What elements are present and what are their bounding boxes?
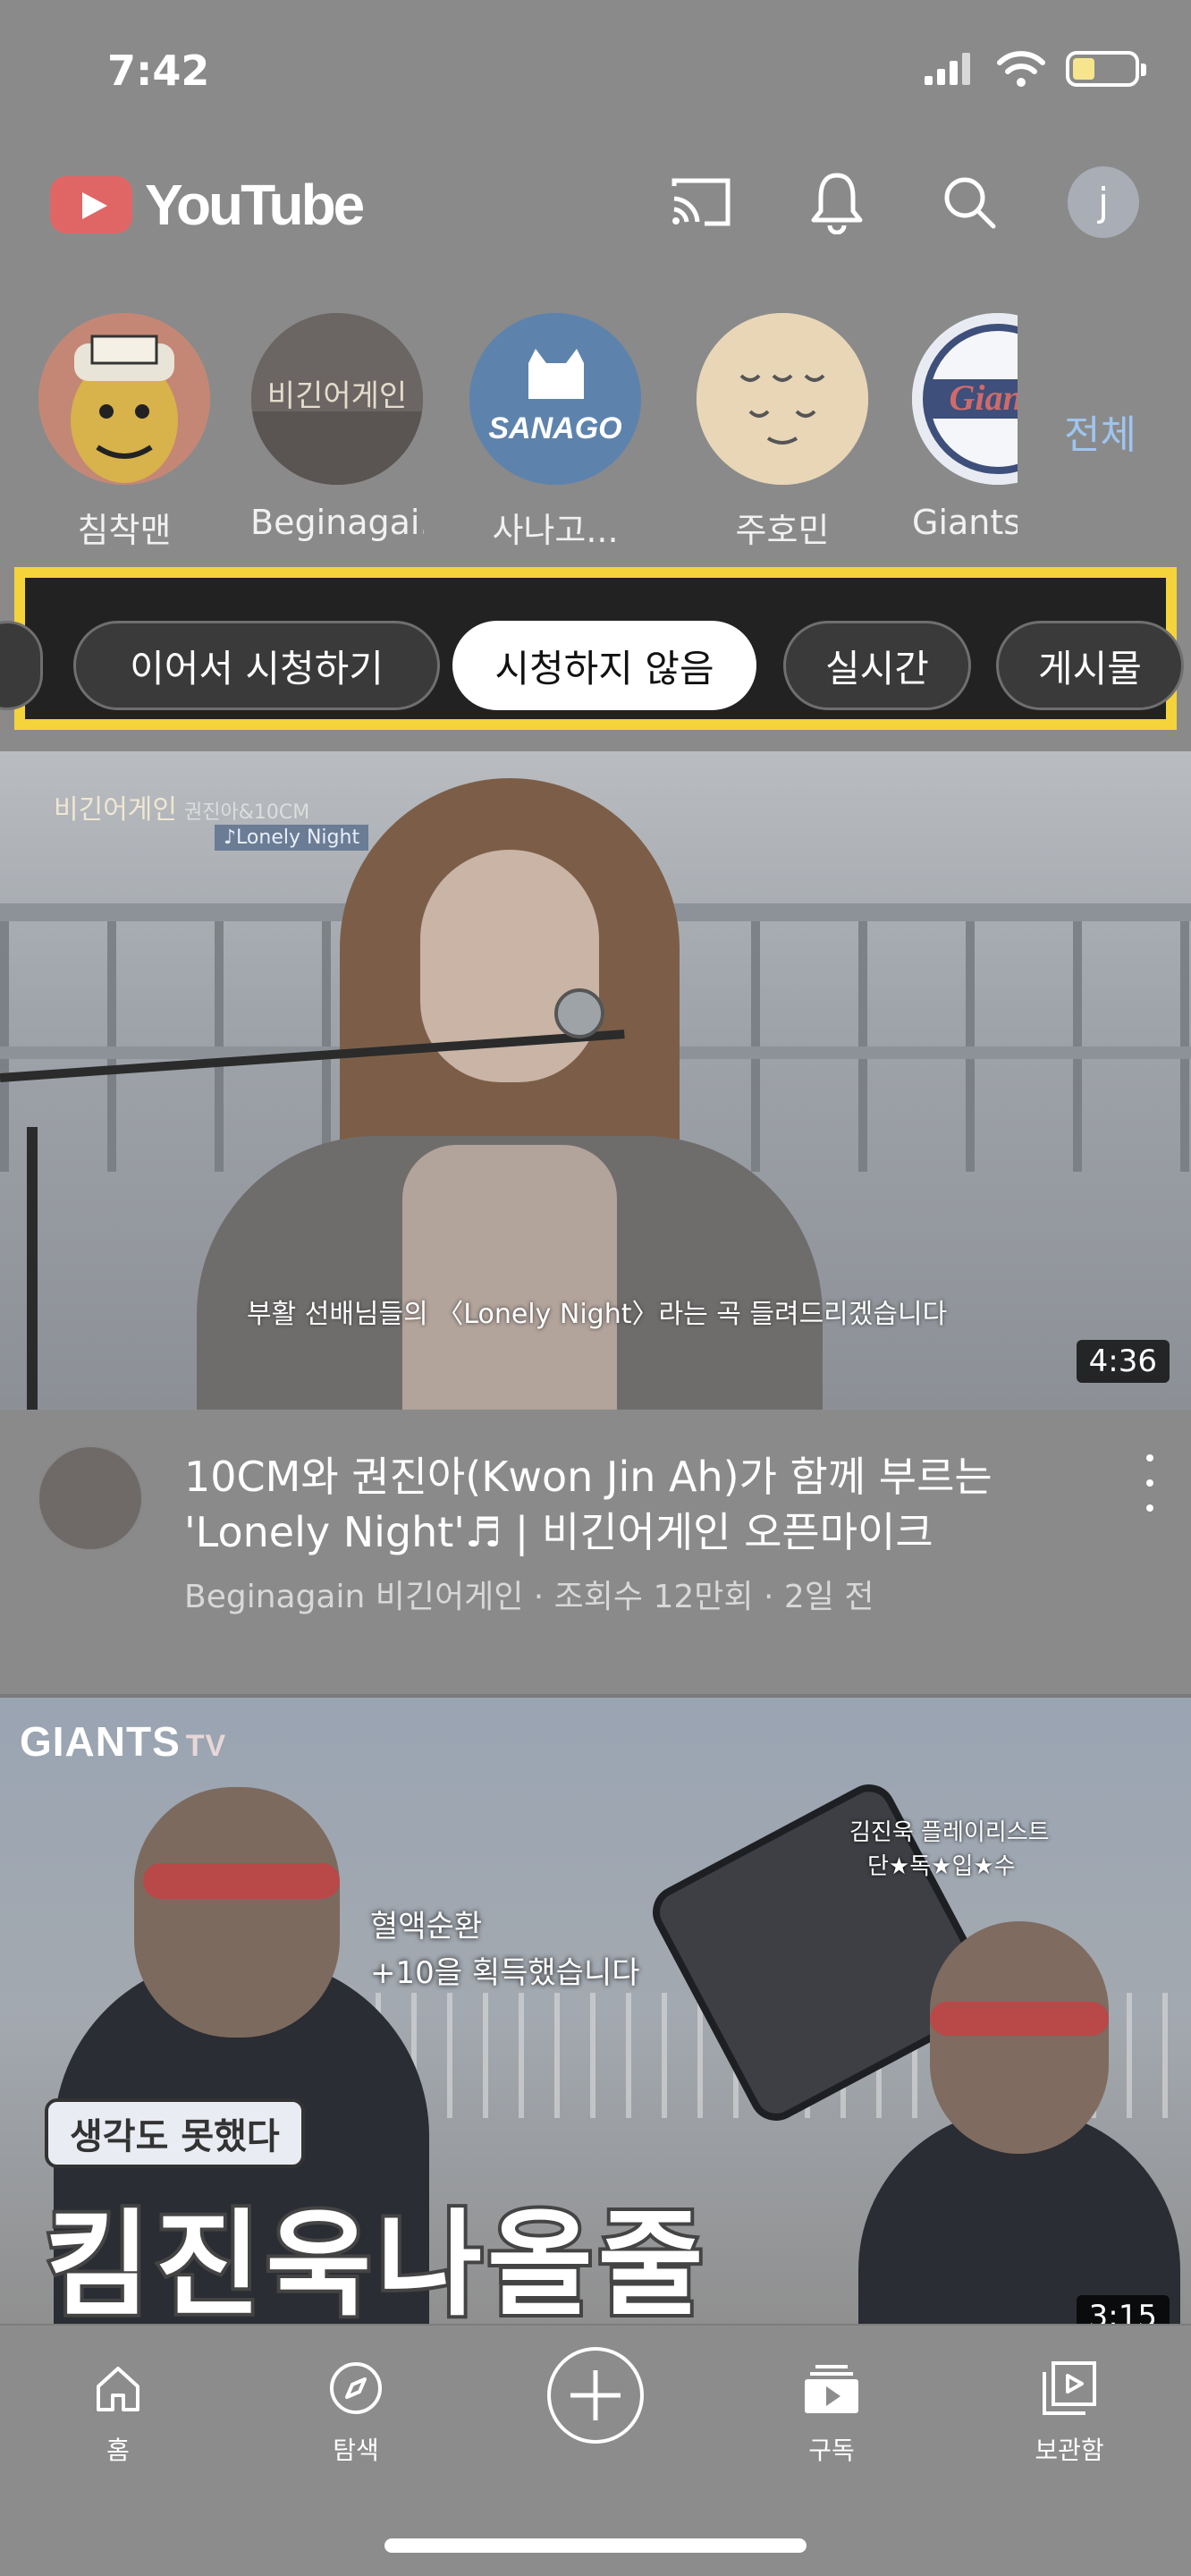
wifi-icon (997, 51, 1045, 87)
battery-icon (1066, 51, 1146, 87)
video-title[interactable]: 10CM와 권진아(Kwon Jin Ah)가 함께 부르는 'Lonely N… (184, 1449, 1105, 1560)
library-icon (1034, 2352, 1105, 2424)
video-thumbnail-2[interactable]: GIANTS TV 혈액순환 +10을 획득했습니다 김진욱 플레이리스트 단★독… (0, 1698, 1191, 2326)
youtube-play-icon (50, 176, 132, 233)
channel-item-juhomin[interactable]: 주호민 (696, 313, 869, 552)
thumb-caption-1: 혈액순환 (370, 1909, 483, 1945)
giants-tv-logo: GIANTS TV (20, 1718, 227, 1765)
giants-logo-text: Giants (950, 377, 1018, 418)
channel-label: Giants (912, 503, 1018, 542)
account-avatar[interactable]: j (1068, 166, 1139, 238)
search-icon (944, 177, 996, 229)
search-button[interactable] (933, 166, 1005, 238)
nav-explore[interactable]: 탐색 (266, 2352, 445, 2467)
thumb-overlay-song: ♪Lonely Night (215, 825, 369, 851)
channel-avatar (697, 313, 868, 485)
channel-item-sanago[interactable]: SANAGO 사나고... (469, 313, 642, 552)
channel-avatar: SANAGO (469, 313, 641, 485)
nav-subscriptions[interactable]: 구독 (742, 2352, 921, 2467)
channel-item-beginagain[interactable]: 비긴어게인 Beginagai... (250, 313, 424, 542)
youtube-logo[interactable]: YouTube (50, 172, 365, 238)
microphone-icon (554, 988, 604, 1038)
channel-label: 주호민 (735, 511, 830, 550)
home-indicator[interactable] (384, 2538, 807, 2553)
thumb-playlist-2: 단★독★입★수 (867, 1853, 1016, 1880)
video-thumbnail-1[interactable]: 비긴어게인 권진아&10CM ♪Lonely Night 부활 선배님들의 〈Lo… (0, 751, 1191, 1410)
channel-avatar (38, 313, 210, 485)
channel-label: Beginagai... (250, 503, 424, 542)
duration-badge: 3:15 (1076, 2295, 1170, 2326)
thumb-caption-2: +10을 획득했습니다 (370, 1955, 640, 1991)
channel-avatar[interactable] (38, 1445, 143, 1551)
thumb-playlist-1: 김진욱 플레이리스트 (849, 1819, 1050, 1846)
chip-unwatched[interactable]: 시청하지 않음 (452, 621, 756, 710)
video-info-1[interactable]: 10CM와 권진아(Kwon Jin Ah)가 함께 부르는 'Lonely N… (0, 1413, 1191, 1682)
chip-posts[interactable]: 게시물 (996, 621, 1184, 710)
status-icons (923, 50, 1146, 88)
filter-chip-bar: 이어서 시청하기 시청하지 않음 실시간 게시물 (0, 567, 1184, 730)
all-channels-link[interactable]: 전체 (1064, 402, 1136, 460)
channel-label: 침착맨 (77, 511, 172, 550)
chip-live[interactable]: 실시간 (783, 621, 971, 710)
channel-item-chimchakman[interactable]: 침착맨 (38, 313, 211, 552)
svg-text:비긴어게인: 비긴어게인 (267, 378, 407, 414)
status-time: 7:42 (107, 47, 210, 95)
channel-avatar: 비긴어게인 (251, 313, 423, 485)
video-meta: Beginagain 비긴어게인 · 조회수 12만회 · 2일 전 (184, 1579, 874, 1615)
channel-label: 사나고... (492, 511, 619, 550)
thumb-big-text: 킴진욱나올줄 (41, 2195, 709, 2326)
more-options-icon[interactable] (1141, 1454, 1159, 1512)
chip-continue-watching[interactable]: 이어서 시청하기 (73, 621, 440, 710)
nav-home[interactable]: 홈 (29, 2352, 207, 2467)
home-icon (82, 2352, 154, 2424)
sanago-logo-text: SANAGO (488, 411, 621, 445)
nav-library[interactable]: 보관함 (980, 2352, 1159, 2467)
chip-partial[interactable] (0, 621, 43, 710)
channel-avatar: Giants (912, 313, 1018, 485)
signal-icon (925, 53, 970, 85)
nav-create[interactable] (506, 2347, 685, 2445)
thumb-overlay-title: 비긴어게인 권진아&10CM (54, 794, 310, 826)
cast-icon (672, 178, 731, 226)
cast-button[interactable] (665, 166, 737, 238)
bell-icon (811, 173, 863, 234)
add-icon (545, 2345, 646, 2445)
logo-text: YouTube (145, 173, 365, 237)
thumb-subtitle: 부활 선배님들의 〈Lonely Night〉라는 곡 들려드리겠습니다 (247, 1299, 948, 1330)
channel-item-giants[interactable]: Giants Giants (912, 313, 1018, 542)
notifications-button[interactable] (801, 166, 873, 238)
thumb-tag: 생각도 못했다 (45, 2098, 305, 2168)
duration-badge: 4:36 (1076, 1340, 1170, 1383)
compass-icon (320, 2352, 392, 2424)
subscriptions-icon (796, 2352, 867, 2424)
